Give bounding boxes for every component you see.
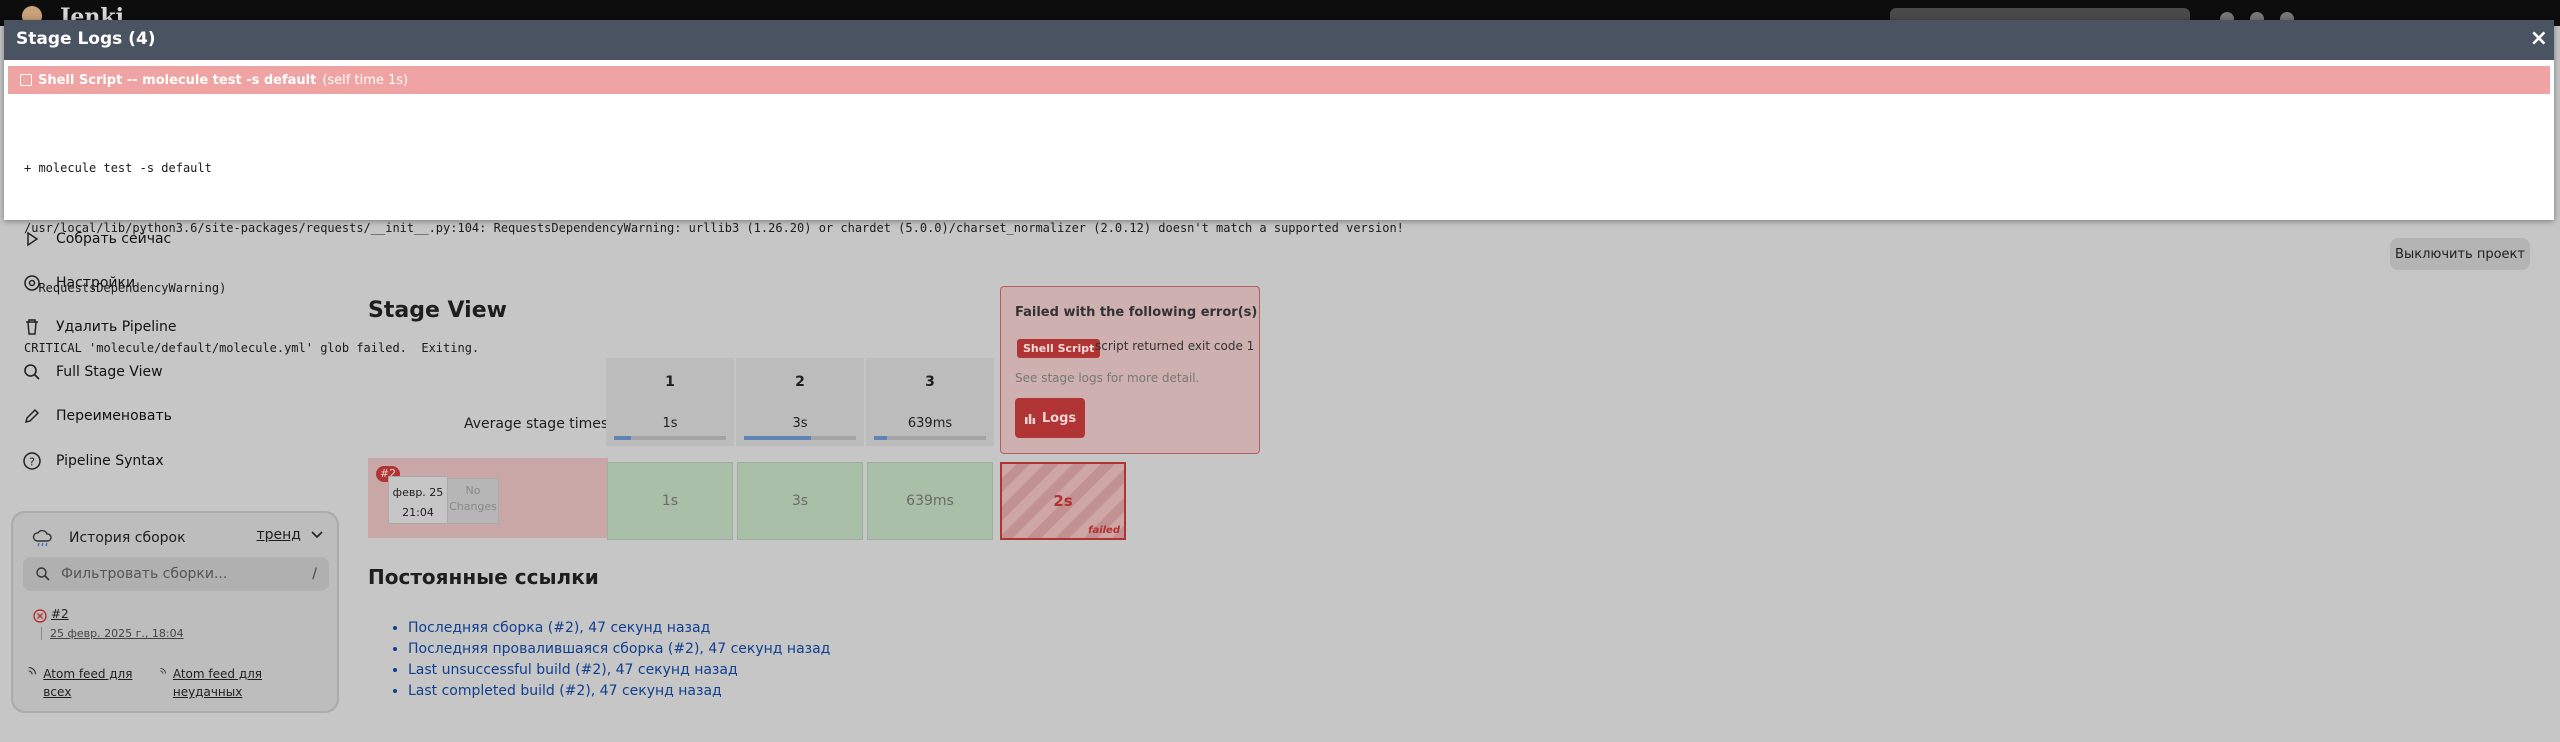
average-time: 639ms	[907, 416, 953, 431]
average-time: 1s	[662, 416, 678, 431]
average-time-bar	[744, 436, 856, 440]
average-time-cell: 639ms	[866, 406, 994, 446]
stage-cell-success[interactable]: 1s	[607, 462, 733, 540]
chevron-down-icon[interactable]	[311, 531, 323, 539]
search-icon	[36, 567, 50, 581]
sidebar-item-rename[interactable]: Переименовать	[22, 401, 172, 431]
build-history-panel: История сборок тренд Фильтровать сборки.…	[11, 511, 339, 713]
sidebar-item-label: Pipeline Syntax	[56, 453, 164, 469]
permalink-item[interactable]: Last unsuccessful build (#2), 47 секунд …	[408, 660, 830, 681]
average-time-fill	[874, 436, 888, 440]
filter-placeholder: Фильтровать сборки...	[61, 566, 228, 582]
sidebar-item-label: Переименовать	[56, 408, 172, 424]
modal-title: Stage Logs (4)	[16, 29, 156, 49]
log-line: + molecule test -s default	[24, 161, 212, 175]
rss-icon	[160, 667, 166, 674]
stage-cell-success[interactable]: 3s	[737, 462, 863, 540]
log-line: RequestsDependencyWarning)	[24, 281, 227, 295]
build-number-link[interactable]: #2	[51, 607, 69, 621]
modal-header: Stage Logs (4) ×	[4, 20, 2554, 60]
feed-failed-label[interactable]: Atom feed для неудачных	[173, 665, 279, 701]
close-icon[interactable]: ×	[2530, 26, 2548, 51]
failed-label: failed	[1088, 525, 1120, 536]
average-time: 3s	[792, 416, 808, 431]
average-time-bar	[874, 436, 986, 440]
permalink-item[interactable]: Последняя сборка (#2), 47 секунд назад	[408, 618, 830, 639]
log-step-time: (self time 1s)	[322, 72, 409, 88]
pencil-icon	[24, 408, 40, 424]
build-date-link[interactable]: 25 февр. 2025 г., 18:04	[41, 627, 184, 640]
average-time-bar	[614, 436, 726, 440]
permalink-item[interactable]: Последняя провалившаяся сборка (#2), 47 …	[408, 639, 830, 660]
run-date-box: февр. 25 21:04	[388, 476, 448, 524]
average-time-cell: 3s	[736, 406, 864, 446]
permalink-item[interactable]: Last completed build (#2), 47 секунд наз…	[408, 681, 830, 702]
log-step-name: Shell Script -- molecule test -s default	[38, 72, 317, 88]
log-output: + molecule test -s default /usr/local/li…	[24, 118, 2524, 398]
failed-stage-time: 2s	[1053, 492, 1073, 510]
build-filter-input[interactable]: Фильтровать сборки... /	[23, 557, 329, 591]
logs-button[interactable]: Logs	[1015, 398, 1085, 438]
feed-all-link[interactable]: Atom feed для всех	[27, 665, 147, 701]
filter-shortcut: /	[312, 566, 317, 582]
average-stage-times-label: Average stage times:	[464, 416, 613, 432]
failed-status-icon	[33, 609, 47, 623]
trend-link[interactable]: тренд	[257, 527, 324, 543]
stage-logs-modal: Stage Logs (4) × Shell Script -- molecul…	[4, 20, 2554, 355]
help-icon: ?	[23, 452, 41, 470]
sidebar-item-pipeline-syntax[interactable]: ? Pipeline Syntax	[22, 446, 164, 476]
rss-icon	[28, 667, 37, 675]
average-time-fill	[614, 436, 631, 440]
feed-failed-link[interactable]: Atom feed для неудачных	[159, 665, 279, 701]
build-history-header: История сборок	[31, 527, 186, 549]
average-time-cell: 1s	[606, 406, 734, 446]
run-time: 21:04	[402, 506, 434, 519]
feed-all-label[interactable]: Atom feed для всех	[43, 665, 147, 701]
run-changes-box: No Changes	[447, 478, 499, 524]
svg-text:?: ?	[29, 456, 35, 469]
build-row[interactable]: #2 25 февр. 2025 г., 18:04	[23, 605, 329, 659]
stage-cell-failed[interactable]: 2s failed	[1000, 462, 1126, 540]
permalinks-list: Последняя сборка (#2), 47 секунд назад П…	[386, 618, 830, 702]
weather-cloud-icon	[32, 529, 52, 547]
stage-cell-success[interactable]: 639ms	[867, 462, 993, 540]
build-history-title: История сборок	[69, 530, 186, 546]
run-date: февр. 25	[392, 486, 444, 499]
bar-chart-icon	[1024, 414, 1035, 424]
log-line: CRITICAL 'molecule/default/molecule.yml'…	[24, 341, 480, 355]
trend-label[interactable]: тренд	[257, 527, 302, 543]
log-step-header[interactable]: Shell Script -- molecule test -s default…	[8, 66, 2550, 94]
average-time-fill	[744, 436, 812, 440]
log-line: /usr/local/lib/python3.6/site-packages/r…	[24, 221, 1404, 235]
collapse-icon[interactable]	[20, 74, 32, 86]
permalinks-title: Постоянные ссылки	[368, 565, 599, 589]
logs-button-label[interactable]: Logs	[1042, 411, 1076, 426]
